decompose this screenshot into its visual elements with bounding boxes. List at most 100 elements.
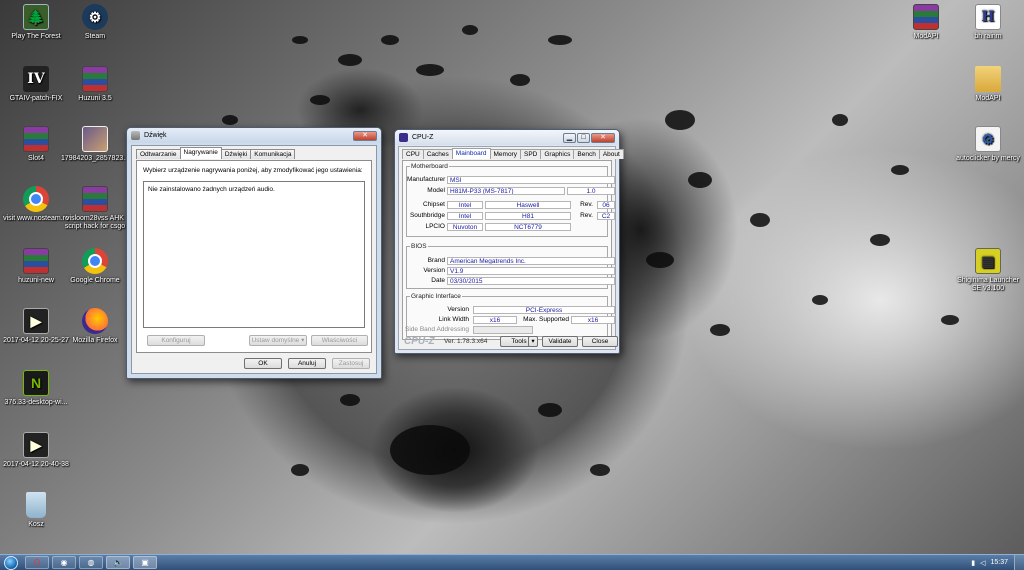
document-icon: ⚙ [975, 126, 1001, 152]
gi-max-supported-value: x16 [571, 316, 615, 324]
cpuz-taskbar-icon[interactable]: ▣ [133, 556, 157, 569]
sound-dialog-titlebar[interactable]: Dźwięk ✕ [127, 128, 381, 143]
gi-side-band-value [473, 326, 533, 334]
chipset-rev-value: 06 [597, 201, 615, 209]
chrome-taskbar-icon[interactable]: ◉ [52, 556, 76, 569]
cpuz-footer: CPU-Z Ver. 1.78.3.x64 Tools ▾ Validate C… [402, 336, 618, 347]
tab-odtwarzanie[interactable]: Odtwarzanie [136, 149, 181, 159]
validate-button[interactable]: Validate [542, 336, 578, 347]
ok-button[interactable]: OK [244, 358, 282, 369]
tab-spd[interactable]: SPD [519, 149, 542, 159]
opera-taskbar-icon[interactable]: O [25, 556, 49, 569]
chipset-vendor-value: Intel [447, 201, 483, 209]
tab-komunikacja[interactable]: Komunikacja [250, 149, 296, 159]
minimize-icon: ▁ [566, 133, 573, 141]
volume-icon[interactable]: ◁ [980, 559, 985, 567]
tab-graphics[interactable]: Graphics [540, 149, 575, 159]
properties-button[interactable]: Właściwości [311, 335, 368, 346]
minecraft-launcher-icon: ▦ [975, 248, 1001, 274]
model-revision-value: 1.0 [567, 187, 615, 195]
desktop-shortcut[interactable]: N 376.33-desktop-wi... [0, 370, 72, 407]
desktop-shortcut[interactable]: ⚙ autoclicker by mercy [952, 126, 1024, 163]
tools-dropdown-button[interactable]: ▾ [528, 336, 538, 347]
maximize-icon: □ [581, 133, 586, 141]
sound-dialog-title: Dźwięk [144, 132, 167, 139]
clock[interactable]: 15:37 [990, 559, 1008, 566]
cpuz-titlebar[interactable]: CPU-Z ▁ □ ✕ [395, 130, 619, 145]
tab-memory[interactable]: Memory [489, 149, 521, 159]
desktop-shortcut[interactable]: Google Chrome [59, 248, 131, 285]
desktop-shortcut[interactable]: ▶ 2017-04-12 20-40-38 [0, 432, 72, 469]
sound-tabs: Odtwarzanie Nagrywanie Dźwięki Komunikac… [136, 147, 376, 159]
tab-caches[interactable]: Caches [422, 149, 453, 159]
desktop-shortcut[interactable]: Kosz [0, 492, 72, 529]
bios-date-label: Date [431, 277, 445, 284]
desktop-shortcut[interactable]: ▦ Shiginima Launcher SE v3.100 [952, 248, 1024, 293]
tab-bench[interactable]: Bench [573, 149, 600, 159]
cpuz-close-footer-button[interactable]: Close [582, 336, 618, 347]
winrar-archive-icon [23, 126, 49, 152]
bios-version-label: Version [423, 267, 445, 274]
desktop-shortcut[interactable]: 17984203_2857823... [59, 126, 131, 163]
gi-side-band-label: Side Band Addressing [405, 326, 469, 333]
winrar-archive-icon [82, 186, 108, 212]
desktop-shortcut[interactable]: ⚙ Steam [59, 4, 131, 41]
cpuz-window: CPU-Z ▁ □ ✕ CPU Caches Mainboard Memory … [394, 129, 624, 354]
windows-orb-icon [4, 555, 18, 570]
gta-icon: IV [23, 66, 49, 92]
maximize-button[interactable]: □ [577, 132, 590, 143]
cpuz-watermark-logo: CPU-Z [404, 336, 435, 347]
chipset-name-value: Haswell [485, 201, 571, 209]
mainboard-panel: Motherboard Manufacturer MSI Model H81M-… [402, 160, 615, 340]
network-icon[interactable]: ▮ [971, 559, 975, 567]
desktop-shortcut[interactable]: Mozilla Firefox [59, 308, 131, 345]
desktop-shortcut[interactable]: Huzuni 3.5 [59, 66, 131, 103]
recording-device-list[interactable]: Nie zainstalowano żadnych urządzeń audio… [143, 181, 365, 328]
cpuz-close-button[interactable]: ✕ [591, 132, 615, 143]
desktop-shortcut[interactable]: visloom28vss AHK script hack for csgo [59, 186, 131, 231]
southbridge-vendor-value: Intel [447, 212, 483, 220]
cpuz-title: CPU-Z [412, 134, 434, 141]
lpcio-name-value: NCT6779 [485, 223, 571, 231]
motherboard-legend: Motherboard [411, 163, 448, 170]
southbridge-name-value: H81 [485, 212, 571, 220]
gi-link-width-label: Link Width [438, 316, 469, 323]
apply-button[interactable]: Zastosuj [332, 358, 370, 369]
gi-version-label: Version [447, 306, 469, 313]
model-label: Model [427, 187, 445, 194]
tab-nagrywanie[interactable]: Nagrywanie [179, 147, 222, 159]
tab-about[interactable]: About [598, 149, 624, 159]
speaker-icon [131, 131, 140, 140]
chipset-rev-label: Rev. [580, 201, 593, 208]
video-file-icon: ▶ [23, 432, 49, 458]
winrar-archive-icon [23, 248, 49, 274]
empty-device-message: Nie zainstalowano żadnych urządzeń audio… [148, 186, 275, 193]
bios-version-value: V1.9 [447, 267, 615, 275]
gi-max-supported-label: Max. Supported [523, 316, 569, 323]
cancel-button[interactable]: Anuluj [288, 358, 326, 369]
tab-mainboard[interactable]: Mainboard [451, 148, 491, 159]
cpuz-body: CPU Caches Mainboard Memory SPD Graphics… [398, 146, 624, 350]
sound-taskbar-icon[interactable]: 🔈 [106, 556, 130, 569]
show-desktop-button[interactable] [1014, 554, 1024, 570]
desktop-shortcut-label: bh rainm [974, 33, 1002, 40]
recording-panel: Wybierz urządzenie nagrywania poniżej, a… [136, 160, 372, 353]
minimize-button[interactable]: ▁ [563, 132, 576, 143]
desktop-shortcut[interactable]: ModAPI [952, 66, 1024, 103]
set-default-button[interactable]: Ustaw domyślne ▾ [249, 335, 307, 346]
desktop-shortcut-label: Mozilla Firefox [72, 337, 118, 344]
winrar-archive-icon [82, 66, 108, 92]
tab-cpu[interactable]: CPU [402, 149, 424, 159]
taskbar: O ◉ ◍ 🔈 ▣ ▮ ◁ 15:37 [0, 554, 1024, 570]
desktop-shortcut-label: 17984203_2857823... [60, 155, 130, 162]
close-button[interactable]: ✕ [353, 130, 377, 141]
desktop-shortcut-label: Huzuni 3.5 [78, 95, 112, 102]
desktop-shortcut[interactable]: Hbh rainm [952, 4, 1024, 41]
firefox-taskbar-icon[interactable]: ◍ [79, 556, 103, 569]
configure-button[interactable]: Konfiguruj [147, 335, 205, 346]
start-button[interactable] [0, 555, 22, 570]
tab-dzwieki[interactable]: Dźwięki [220, 149, 252, 159]
desktop-shortcut-label: Steam [84, 33, 106, 40]
cpuz-logo-icon [399, 133, 408, 142]
model-value: H81M-P33 (MS-7817) [447, 187, 565, 195]
